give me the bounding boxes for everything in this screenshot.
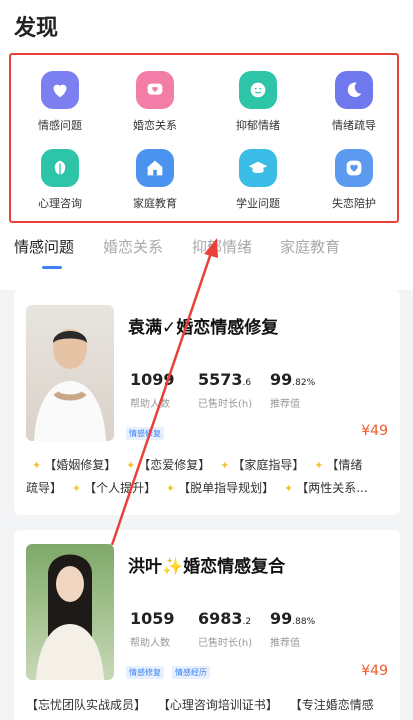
category-marriage[interactable]: 婚恋关系	[109, 71, 201, 133]
category-label: 情感问题	[38, 119, 82, 132]
price: ¥49	[361, 663, 388, 679]
price: ¥49	[361, 423, 388, 439]
category-label: 婚恋关系	[133, 119, 177, 132]
recommend-stat: 99.88% 推荐值	[270, 609, 316, 649]
counselor-photo	[26, 544, 114, 680]
help-count-stat: 1059 帮助人数	[130, 609, 175, 649]
leaf-icon	[41, 149, 79, 187]
chat-heart-icon	[136, 71, 174, 109]
active-tab-indicator	[42, 266, 62, 269]
specialty-tags: ✦ 【婚姻修复】 ✦ 【恋爱修复】 ✦ 【家庭指导】 ✦ 【情绪 疏导】 ✦ 【个人提升】…	[26, 458, 368, 495]
counselor-name: 袁满✓婚恋情感修复	[128, 318, 279, 338]
category-label: 家庭教育	[133, 197, 177, 210]
sold-hours-stat: 5573.6 已售时长(h)	[198, 370, 253, 410]
smile-icon	[239, 71, 277, 109]
page-title: 发现	[14, 16, 59, 41]
tab-depression[interactable]: 抑郁情绪	[192, 236, 252, 257]
tab-marriage[interactable]: 婚恋关系	[103, 236, 163, 257]
counselor-name: 洪叶✨婚恋情感复合	[128, 557, 286, 577]
skill-badge: 情感修复	[126, 427, 164, 440]
specialty-tags: 【忘忧团队实战成员】 【心理咨询培训证书】 【专注婚恋情感	[26, 698, 374, 712]
tab-family-education[interactable]: 家庭教育	[280, 236, 340, 257]
skill-badge: 情感经历	[172, 666, 210, 679]
moon-icon	[335, 71, 373, 109]
category-emotion[interactable]: 情感问题	[14, 71, 106, 133]
category-breakup-care[interactable]: 失恋陪护	[308, 149, 400, 211]
skill-badge: 情感修复	[126, 666, 164, 679]
graduation-cap-icon	[239, 149, 277, 187]
recommend-stat: 99.82% 推荐值	[270, 370, 316, 410]
category-study[interactable]: 学业问题	[212, 149, 304, 211]
sold-hours-stat: 6983.2 已售时长(h)	[198, 609, 253, 649]
counselor-card[interactable]: 袁满✓婚恋情感修复 1099 帮助人数 5573.6 已售时长(h) 99.82…	[14, 290, 400, 515]
category-label: 学业问题	[236, 197, 280, 210]
category-depression[interactable]: 抑郁情绪	[212, 71, 304, 133]
counselor-photo	[26, 305, 114, 441]
discover-header-panel: 发现 情感问题 婚恋关系 抑郁情绪 情绪疏导 心理咨询 家庭教育 学业问题 失恋…	[0, 0, 413, 290]
help-count-stat: 1099 帮助人数	[130, 370, 175, 410]
tab-emotion[interactable]: 情感问题	[14, 236, 74, 257]
category-family-education[interactable]: 家庭教育	[109, 149, 201, 211]
counselor-card[interactable]: 洪叶✨婚恋情感复合 1059 帮助人数 6983.2 已售时长(h) 99.88…	[14, 530, 400, 720]
category-label: 心理咨询	[38, 197, 82, 210]
category-counseling[interactable]: 心理咨询	[14, 149, 106, 211]
category-mood-relief[interactable]: 情绪疏导	[308, 71, 400, 133]
category-label: 抑郁情绪	[236, 119, 280, 132]
home-icon	[136, 149, 174, 187]
category-label: 失恋陪护	[332, 197, 376, 210]
heart-icon	[41, 71, 79, 109]
category-label: 情绪疏导	[332, 119, 376, 132]
heart-hand-icon	[335, 149, 373, 187]
category-grid: 情感问题 婚恋关系 抑郁情绪 情绪疏导 心理咨询 家庭教育 学业问题 失恋陪护	[9, 53, 399, 223]
